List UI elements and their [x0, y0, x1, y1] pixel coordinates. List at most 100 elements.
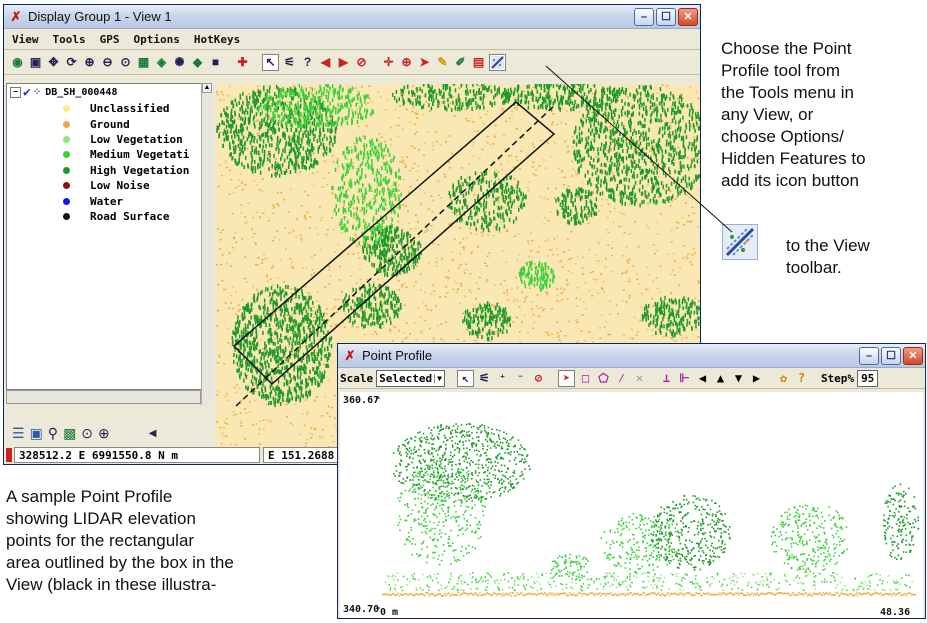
- right-arrow-icon[interactable]: ▶: [749, 371, 764, 386]
- add-select-icon[interactable]: ⁺: [495, 371, 510, 386]
- search-icon[interactable]: ⚲: [48, 425, 58, 443]
- map-icon[interactable]: ◆: [190, 55, 205, 70]
- class-color-icon: [63, 136, 70, 143]
- magnify-icon[interactable]: ⊕: [399, 55, 414, 70]
- caption-line: area outlined by the box in the: [6, 552, 234, 574]
- legend-zoomin-icon[interactable]: ⊕: [98, 425, 110, 443]
- polygon-icon[interactable]: ⬠: [596, 371, 611, 386]
- caption-line: Hidden Features to: [721, 148, 866, 170]
- zoom-box-icon[interactable]: ▣: [28, 55, 43, 70]
- legend-item-label: Low Vegetation: [90, 133, 183, 146]
- cancel-icon[interactable]: ⊘: [531, 371, 546, 386]
- legend-item-label: Water: [90, 195, 123, 208]
- point-profile-icon[interactable]: [489, 54, 506, 71]
- legend-list: UnclassifiedGround Low Vegetation Medium V…: [7, 101, 201, 224]
- x-left-label: 0 m: [380, 607, 398, 618]
- class-color-icon: [63, 213, 70, 220]
- legend-item-label: Low Noise: [90, 179, 150, 192]
- scale-select-value: Selected: [377, 372, 434, 385]
- lidar-layer-icon: ⁘: [33, 87, 41, 98]
- menu-gps[interactable]: GPS: [100, 33, 120, 46]
- info-icon[interactable]: ?: [300, 55, 315, 70]
- menu-view[interactable]: View: [12, 33, 39, 46]
- forward-icon[interactable]: ▶: [336, 55, 351, 70]
- menu-hotkeys[interactable]: HotKeys: [194, 33, 240, 46]
- legend-vertical-scrollbar[interactable]: ▲: [201, 83, 213, 405]
- legend-zoomfit-icon[interactable]: ⊙: [81, 425, 93, 443]
- main-titlebar[interactable]: ✗ Display Group 1 - View 1 – ☐ ✕: [4, 5, 700, 29]
- maximize-button[interactable]: ☐: [881, 347, 901, 365]
- globe-icon[interactable]: ✺: [172, 55, 187, 70]
- pointer-icon[interactable]: ➤: [417, 55, 432, 70]
- menu-options[interactable]: Options: [134, 33, 180, 46]
- minimize-button[interactable]: –: [859, 347, 879, 365]
- pointer-icon[interactable]: ➤: [558, 370, 575, 387]
- legend-map-icon[interactable]: ▩: [63, 425, 76, 443]
- zoom-extent-icon[interactable]: ◉: [10, 55, 25, 70]
- minimize-button[interactable]: –: [634, 8, 654, 26]
- remove-select-icon[interactable]: ⁻: [513, 371, 528, 386]
- pan-icon[interactable]: ✥: [46, 55, 61, 70]
- split-icon[interactable]: ⊩: [677, 371, 692, 386]
- pencil-icon[interactable]: ✎: [435, 55, 450, 70]
- legend-item[interactable]: Medium Vegetati: [7, 147, 201, 162]
- cancel-icon[interactable]: ⊘: [354, 55, 369, 70]
- legend-item[interactable]: Low Vegetation: [7, 132, 201, 147]
- step-label: Step%: [821, 372, 854, 385]
- legend-item[interactable]: Low Noise: [7, 178, 201, 193]
- zoom-in-icon[interactable]: ⊕: [82, 55, 97, 70]
- grid-icon[interactable]: ▦: [136, 55, 151, 70]
- profile-titlebar[interactable]: ✗ Point Profile – ☐ ✕: [338, 344, 925, 368]
- close-button[interactable]: ✕: [678, 8, 698, 26]
- up-arrow-icon[interactable]: ▲: [713, 371, 728, 386]
- maximize-button[interactable]: ☐: [656, 8, 676, 26]
- caption-line: to the View: [786, 235, 870, 257]
- expand-icon[interactable]: −: [10, 87, 21, 98]
- left-arrow-icon[interactable]: ◀: [695, 371, 710, 386]
- legend-zoom-icon[interactable]: ▣: [30, 425, 43, 443]
- palette-icon[interactable]: ✿: [776, 371, 791, 386]
- legend-item[interactable]: Unclassified: [7, 101, 201, 116]
- zoom-fit-icon[interactable]: ⊙: [118, 55, 133, 70]
- legend-list-icon[interactable]: ☰: [12, 425, 25, 443]
- layers-icon[interactable]: ◈: [154, 55, 169, 70]
- help-icon[interactable]: ?: [794, 371, 809, 386]
- refresh-icon[interactable]: ⟳: [64, 55, 79, 70]
- menu-tools[interactable]: Tools: [53, 33, 86, 46]
- add-layer-icon[interactable]: ✚: [235, 55, 250, 70]
- legend-item[interactable]: Water: [7, 193, 201, 208]
- visible-check-icon[interactable]: ✔: [23, 85, 31, 100]
- palette-icon[interactable]: ▤: [471, 55, 486, 70]
- profile-plot[interactable]: 360.67 340.70 0 m 48.36: [340, 392, 923, 618]
- back-icon[interactable]: ◀: [318, 55, 333, 70]
- edit-icon[interactable]: ✐: [453, 55, 468, 70]
- scroll-up-icon[interactable]: ▲: [202, 83, 212, 93]
- collapse-arrow-icon[interactable]: ◀: [149, 425, 157, 443]
- layer-row[interactable]: − ✔ ⁘ DB_SH_000448: [7, 84, 201, 101]
- legend-item[interactable]: Ground: [7, 116, 201, 131]
- select-icon[interactable]: ↖: [457, 370, 474, 387]
- caption-line: any View, or: [721, 104, 866, 126]
- legend-item[interactable]: High Vegetation: [7, 163, 201, 178]
- legend-item-label: Medium Vegetati: [90, 148, 189, 161]
- measure-icon[interactable]: ⚟: [282, 55, 297, 70]
- select-tool-icon[interactable]: ↖: [262, 54, 279, 71]
- measure-icon[interactable]: ⚟: [477, 371, 492, 386]
- line-icon[interactable]: ⁄: [614, 371, 629, 386]
- class-color-icon: [63, 198, 70, 205]
- chevron-down-icon[interactable]: ▼: [434, 374, 444, 383]
- caption-line: View (black in these illustra-: [6, 574, 234, 596]
- camera-icon[interactable]: ■: [208, 55, 223, 70]
- delete-icon[interactable]: ✕: [632, 371, 647, 386]
- align-icon[interactable]: ⊥: [659, 371, 674, 386]
- position-icon: [6, 448, 12, 462]
- down-arrow-icon[interactable]: ▼: [731, 371, 746, 386]
- zoom-out-icon[interactable]: ⊖: [100, 55, 115, 70]
- rectangle-icon[interactable]: □: [578, 371, 593, 386]
- close-button[interactable]: ✕: [903, 347, 923, 365]
- step-input[interactable]: 95: [857, 370, 878, 387]
- scale-select[interactable]: Selected ▼: [376, 370, 445, 387]
- legend-horizontal-scrollbar[interactable]: [6, 390, 201, 404]
- legend-item[interactable]: Road Surface: [7, 209, 201, 224]
- crosshair-icon[interactable]: ✛: [381, 55, 396, 70]
